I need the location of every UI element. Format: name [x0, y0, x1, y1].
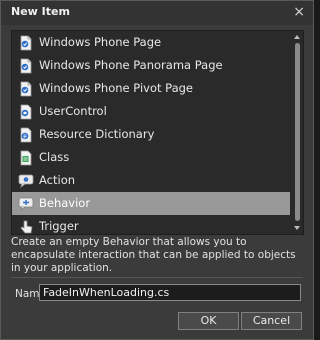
resource-dictionary-icon	[18, 127, 34, 143]
usercontrol-icon	[18, 104, 34, 120]
item-list: Windows Phone Page Windows Phone Panorama…	[12, 31, 290, 234]
list-item-label: Windows Phone Page	[39, 35, 162, 49]
item-description: Create an empty Behavior that allows you…	[11, 236, 296, 274]
list-item[interactable]: Windows Phone Panorama Page	[12, 54, 290, 77]
page-icon	[18, 81, 34, 97]
page-icon	[18, 58, 34, 74]
list-item-label: Behavior	[39, 196, 91, 210]
list-item[interactable]: Behavior	[12, 192, 290, 215]
title-bar: New Item ×	[1, 1, 313, 25]
list-item[interactable]: Trigger	[12, 215, 290, 234]
list-item-label: Windows Phone Panorama Page	[39, 58, 223, 72]
list-item[interactable]: Windows Phone Pivot Page	[12, 77, 290, 100]
list-item-label: UserControl	[39, 104, 107, 118]
list-item-label: Class	[39, 150, 70, 164]
list-item[interactable]: UserControl	[12, 100, 290, 123]
behavior-icon	[18, 196, 34, 212]
list-item-label: Resource Dictionary	[39, 127, 155, 141]
list-item[interactable]: Resource Dictionary	[12, 123, 290, 146]
page-icon	[18, 35, 34, 51]
list-item-label: Action	[39, 173, 76, 187]
list-item[interactable]: Windows Phone Page	[12, 31, 290, 54]
list-item[interactable]: Class	[12, 146, 290, 169]
dialog-title: New Item	[11, 5, 70, 18]
trigger-icon	[18, 219, 34, 234]
divider	[11, 277, 303, 278]
ok-button[interactable]: OK	[178, 312, 239, 330]
name-input-value: FadeInWhenLoading.cs	[43, 286, 170, 299]
new-item-dialog: New Item × Windows Phone Page Windows Pho…	[0, 0, 314, 340]
action-icon	[18, 173, 34, 189]
scroll-thumb[interactable]	[295, 43, 300, 221]
vertical-scrollbar[interactable]	[292, 31, 303, 234]
list-item[interactable]: Action	[12, 169, 290, 192]
cancel-button[interactable]: Cancel	[241, 312, 302, 330]
scroll-up-arrow-icon[interactable]	[294, 35, 300, 39]
name-input[interactable]: FadeInWhenLoading.cs	[39, 284, 301, 301]
close-icon[interactable]: ×	[293, 4, 305, 20]
list-item-label: Windows Phone Pivot Page	[39, 81, 193, 95]
list-item-label: Trigger	[39, 219, 79, 233]
class-icon	[18, 150, 34, 166]
scroll-down-arrow-icon[interactable]	[294, 226, 300, 230]
item-template-list: Windows Phone Page Windows Phone Panorama…	[11, 30, 304, 235]
